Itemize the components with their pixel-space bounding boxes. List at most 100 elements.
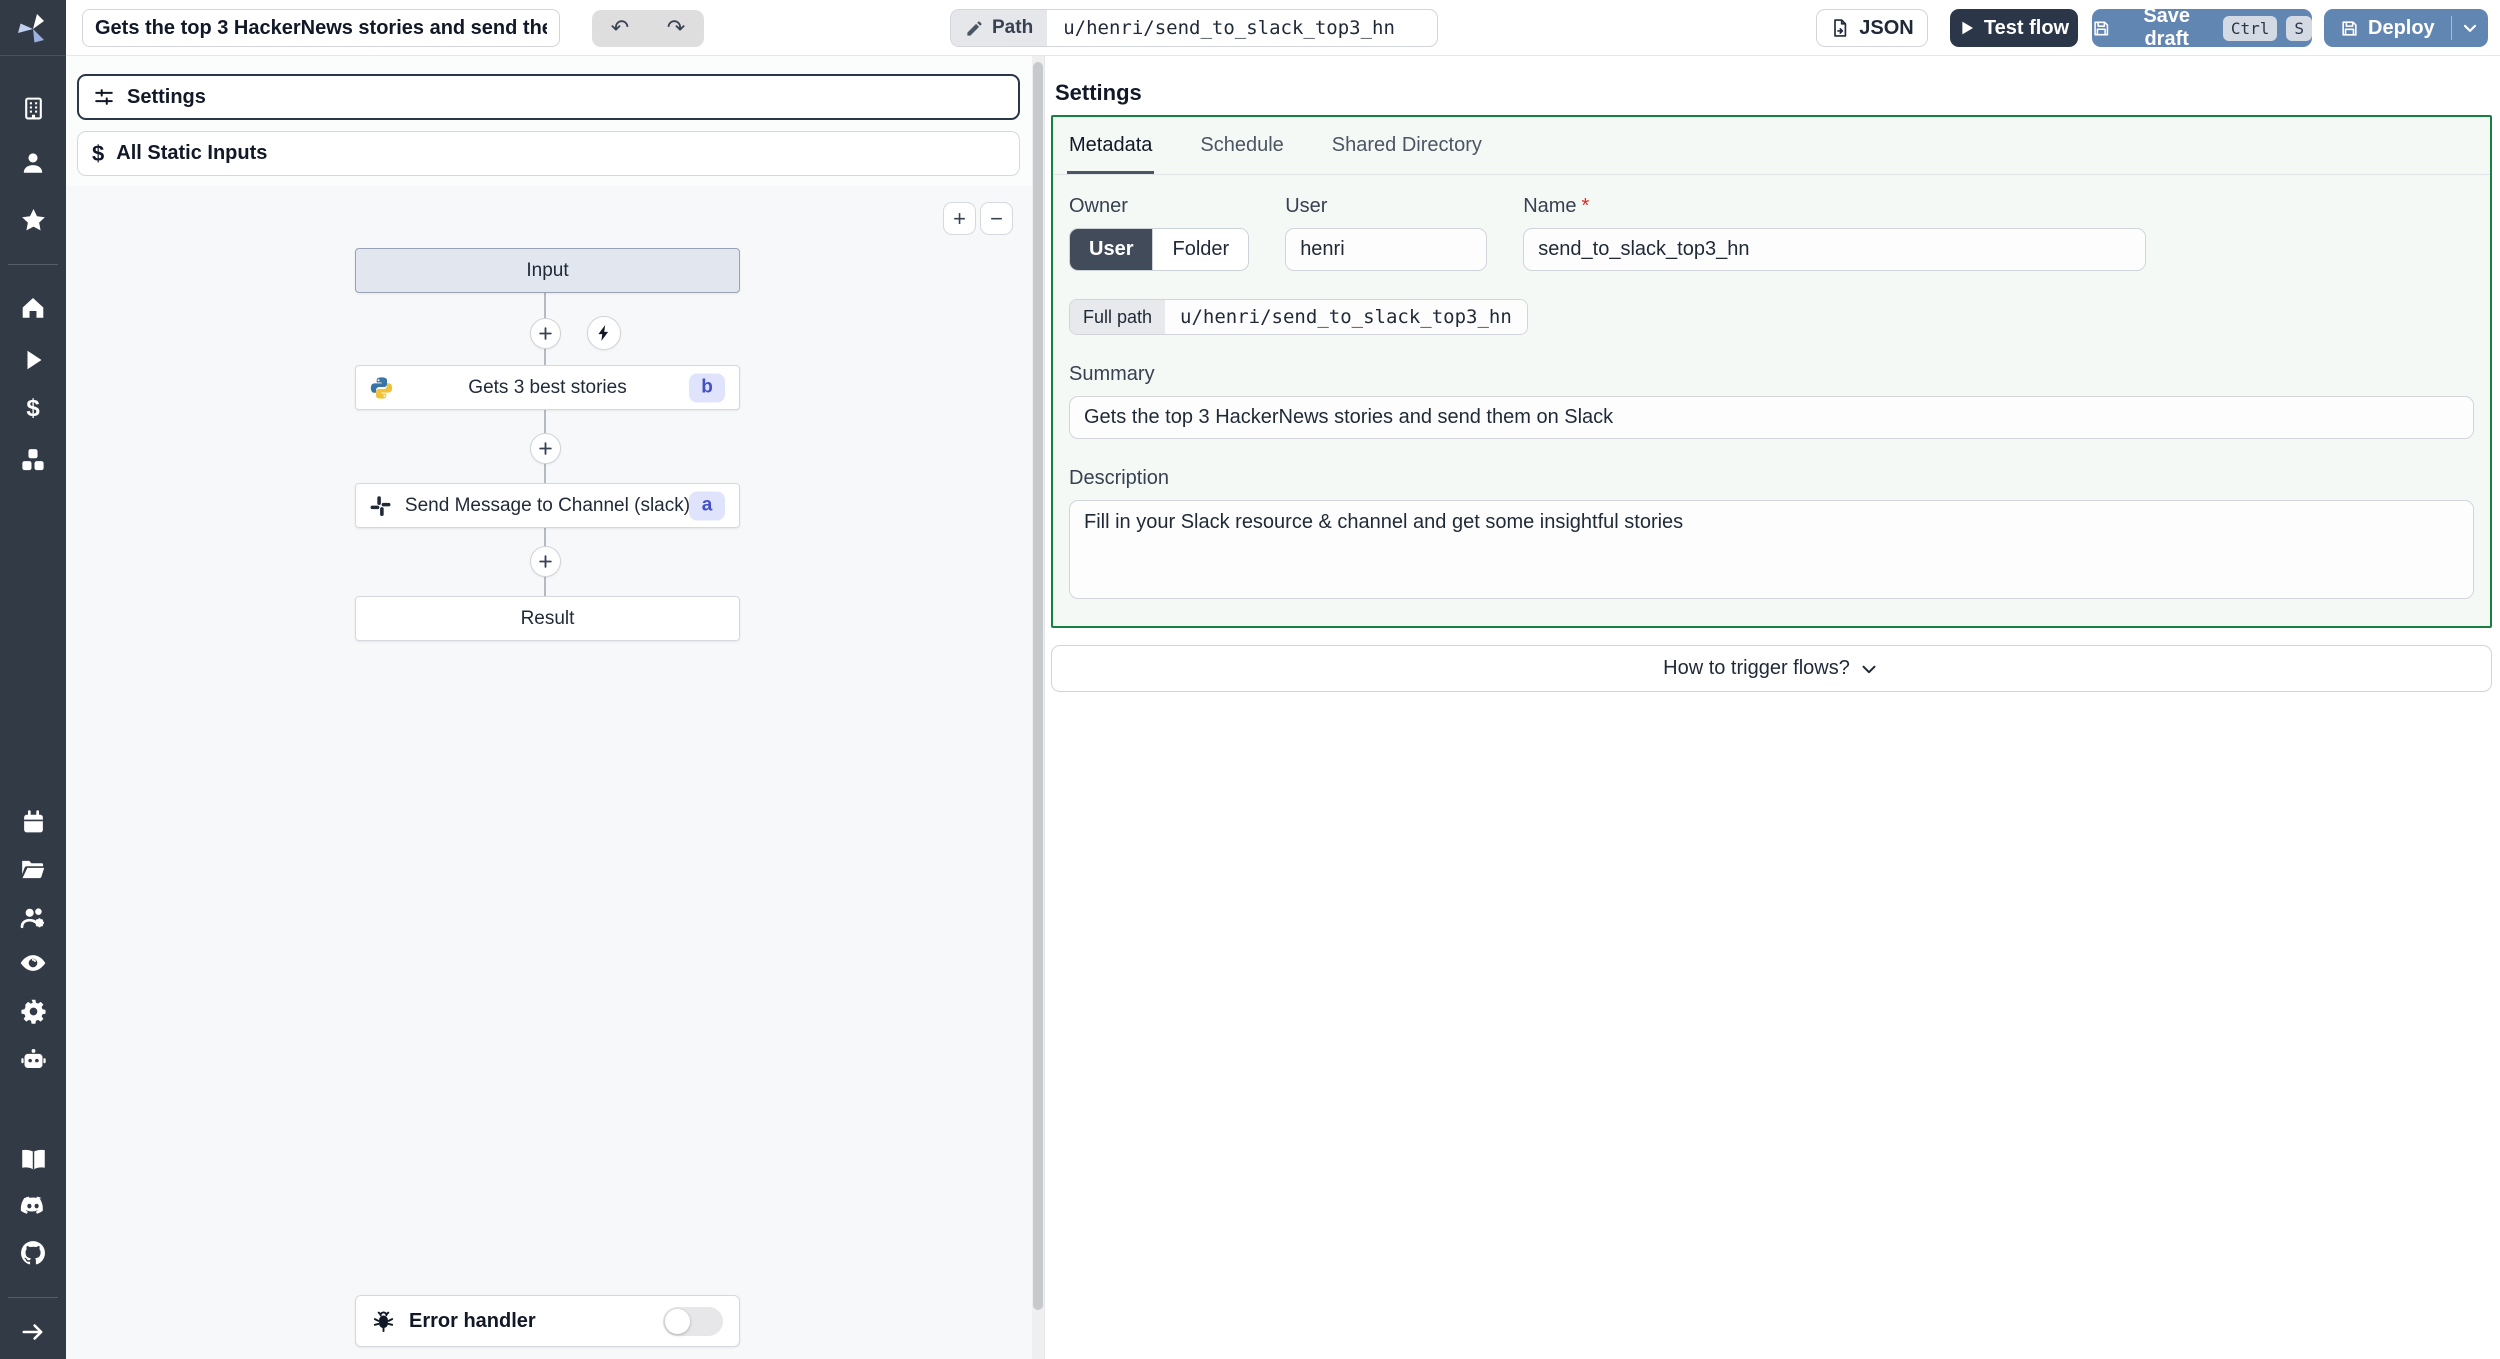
owner-field: Owner User Folder bbox=[1069, 195, 1250, 271]
bug-icon bbox=[373, 1311, 394, 1332]
chevron-down-icon bbox=[2463, 24, 2476, 32]
step-id-badge: b bbox=[689, 373, 725, 402]
chevron-down-icon bbox=[1862, 665, 1876, 673]
description-field: Description bbox=[1069, 467, 2474, 604]
zoom-out-button[interactable]: − bbox=[980, 202, 1013, 235]
sidebar-divider bbox=[8, 264, 58, 265]
deploy-dropdown-caret[interactable] bbox=[2451, 9, 2488, 47]
variables-dollar-icon[interactable]: $ bbox=[0, 395, 66, 423]
name-label: Name * bbox=[1523, 195, 1590, 217]
error-handler-toggle[interactable] bbox=[663, 1306, 723, 1336]
insert-step-button[interactable] bbox=[530, 546, 561, 577]
kbd-ctrl: Ctrl bbox=[2222, 15, 2278, 41]
tab-shared-directory[interactable]: Shared Directory bbox=[1330, 117, 1484, 174]
user-field: User bbox=[1285, 195, 1488, 271]
plus-icon bbox=[539, 327, 552, 340]
save-draft-button[interactable]: Save draft Ctrl S bbox=[2092, 5, 2312, 50]
deploy-button[interactable]: Deploy bbox=[2324, 9, 2488, 47]
step-id-badge: a bbox=[689, 491, 725, 520]
tab-metadata[interactable]: Metadata bbox=[1067, 117, 1155, 174]
insert-step-button[interactable] bbox=[530, 318, 561, 349]
collapse-arrow-icon[interactable] bbox=[0, 1318, 66, 1346]
flow-panel: Settings $ All Static Inputs + − Input G… bbox=[66, 56, 1032, 1359]
full-path-label: Full path bbox=[1070, 300, 1166, 334]
vertical-scrollbar bbox=[1032, 56, 1044, 1359]
schedules-calendar-icon[interactable] bbox=[0, 808, 66, 836]
error-handler-node[interactable]: Error handler bbox=[355, 1295, 740, 1347]
user-label: User bbox=[1285, 195, 1328, 217]
metadata-box: Metadata Schedule Shared Directory Owner… bbox=[1051, 115, 2492, 628]
sidebar: $ bbox=[0, 0, 66, 1359]
user-icon[interactable] bbox=[0, 149, 66, 177]
step-node-send-message-to-channel[interactable]: Send Message to Channel (slack) a bbox=[355, 483, 740, 528]
result-node[interactable]: Result bbox=[355, 596, 740, 641]
sidebar-divider-bottom bbox=[8, 1297, 58, 1298]
required-asterisk: * bbox=[1581, 195, 1590, 217]
save-icon bbox=[2094, 21, 2109, 35]
kbd-s: S bbox=[2286, 15, 2312, 41]
input-node[interactable]: Input bbox=[355, 248, 740, 293]
summary-field: Summary bbox=[1069, 363, 2474, 439]
workspace-building-icon[interactable] bbox=[0, 94, 66, 122]
owner-folder-option[interactable]: Folder bbox=[1152, 229, 1249, 270]
discord-icon[interactable] bbox=[0, 1191, 66, 1219]
path-value: u/henri/send_to_slack_top3_hn bbox=[1063, 17, 1395, 39]
save-icon bbox=[2342, 20, 2357, 36]
flow-editor-page: $ Gets the top 3 HackerNews stories and … bbox=[0, 0, 2500, 1359]
full-path-chip[interactable]: Full path u/henri/send_to_slack_top3_hn bbox=[1069, 299, 1528, 335]
workers-robot-icon[interactable] bbox=[0, 1045, 66, 1073]
undo-button[interactable]: ↶ bbox=[611, 17, 629, 40]
audit-eye-icon[interactable] bbox=[0, 949, 66, 977]
description-label: Description bbox=[1069, 467, 1170, 489]
play-icon bbox=[1962, 21, 1973, 35]
settings-tabs: Metadata Schedule Shared Directory bbox=[1053, 117, 2490, 175]
redo-button[interactable]: ↷ bbox=[667, 17, 685, 40]
trigger-lightning-button[interactable] bbox=[587, 316, 621, 350]
settings-panel: Settings Metadata Schedule Shared Direct… bbox=[1044, 56, 2500, 1359]
undo-redo-group: ↶ ↷ bbox=[592, 10, 704, 47]
path-chip[interactable]: Path u/henri/send_to_slack_top3_hn bbox=[950, 9, 1439, 47]
windmill-logo[interactable] bbox=[0, 0, 66, 56]
all-static-inputs-button[interactable]: $ All Static Inputs bbox=[77, 131, 1020, 176]
settings-heading: Settings bbox=[1055, 80, 1142, 105]
groups-users-icon[interactable] bbox=[0, 903, 66, 931]
settings-gear-icon[interactable] bbox=[0, 997, 66, 1025]
flow-title-input[interactable] bbox=[82, 9, 560, 47]
github-icon[interactable] bbox=[0, 1239, 66, 1267]
scrollbar-thumb[interactable] bbox=[1033, 62, 1043, 1310]
topbar: ↶ ↷ Path u/henri/send_to_slack_top3_hn J… bbox=[66, 0, 2500, 56]
owner-label: Owner bbox=[1069, 195, 1128, 217]
step-node-gets-3-best-stories[interactable]: Gets 3 best stories b bbox=[355, 365, 740, 410]
home-icon[interactable] bbox=[0, 294, 66, 322]
slack-icon bbox=[369, 494, 392, 517]
dollar-icon: $ bbox=[92, 140, 105, 166]
favorites-star-icon[interactable] bbox=[0, 206, 66, 234]
flow-settings-button[interactable]: Settings bbox=[77, 74, 1020, 120]
zoom-in-button[interactable]: + bbox=[943, 202, 976, 235]
description-textarea[interactable] bbox=[1069, 500, 2474, 599]
insert-step-button[interactable] bbox=[530, 433, 561, 464]
sliders-icon bbox=[95, 89, 113, 105]
lightning-icon bbox=[598, 325, 609, 341]
flow-canvas[interactable] bbox=[66, 186, 1032, 1359]
python-icon bbox=[369, 375, 394, 400]
test-flow-button[interactable]: Test flow bbox=[1950, 9, 2078, 47]
plus-icon bbox=[539, 442, 552, 455]
summary-label: Summary bbox=[1069, 363, 1155, 385]
owner-user-option[interactable]: User bbox=[1070, 229, 1153, 270]
tab-schedule[interactable]: Schedule bbox=[1198, 117, 1285, 174]
how-to-trigger-flows-button[interactable]: How to trigger flows? bbox=[1051, 645, 2492, 692]
path-label: Path bbox=[992, 17, 1034, 38]
file-json-icon bbox=[1834, 19, 1847, 37]
runs-play-icon[interactable] bbox=[0, 346, 66, 374]
summary-input[interactable] bbox=[1069, 396, 2474, 439]
folders-icon[interactable] bbox=[0, 855, 66, 883]
name-field: Name * bbox=[1523, 195, 2147, 271]
user-input[interactable] bbox=[1285, 228, 1488, 271]
json-button[interactable]: JSON bbox=[1816, 9, 1928, 47]
plus-icon bbox=[539, 555, 552, 568]
windmill-logo-icon bbox=[18, 13, 44, 43]
name-input[interactable] bbox=[1523, 228, 2147, 271]
docs-book-icon[interactable] bbox=[0, 1145, 66, 1173]
resources-boxes-icon[interactable] bbox=[0, 446, 66, 474]
